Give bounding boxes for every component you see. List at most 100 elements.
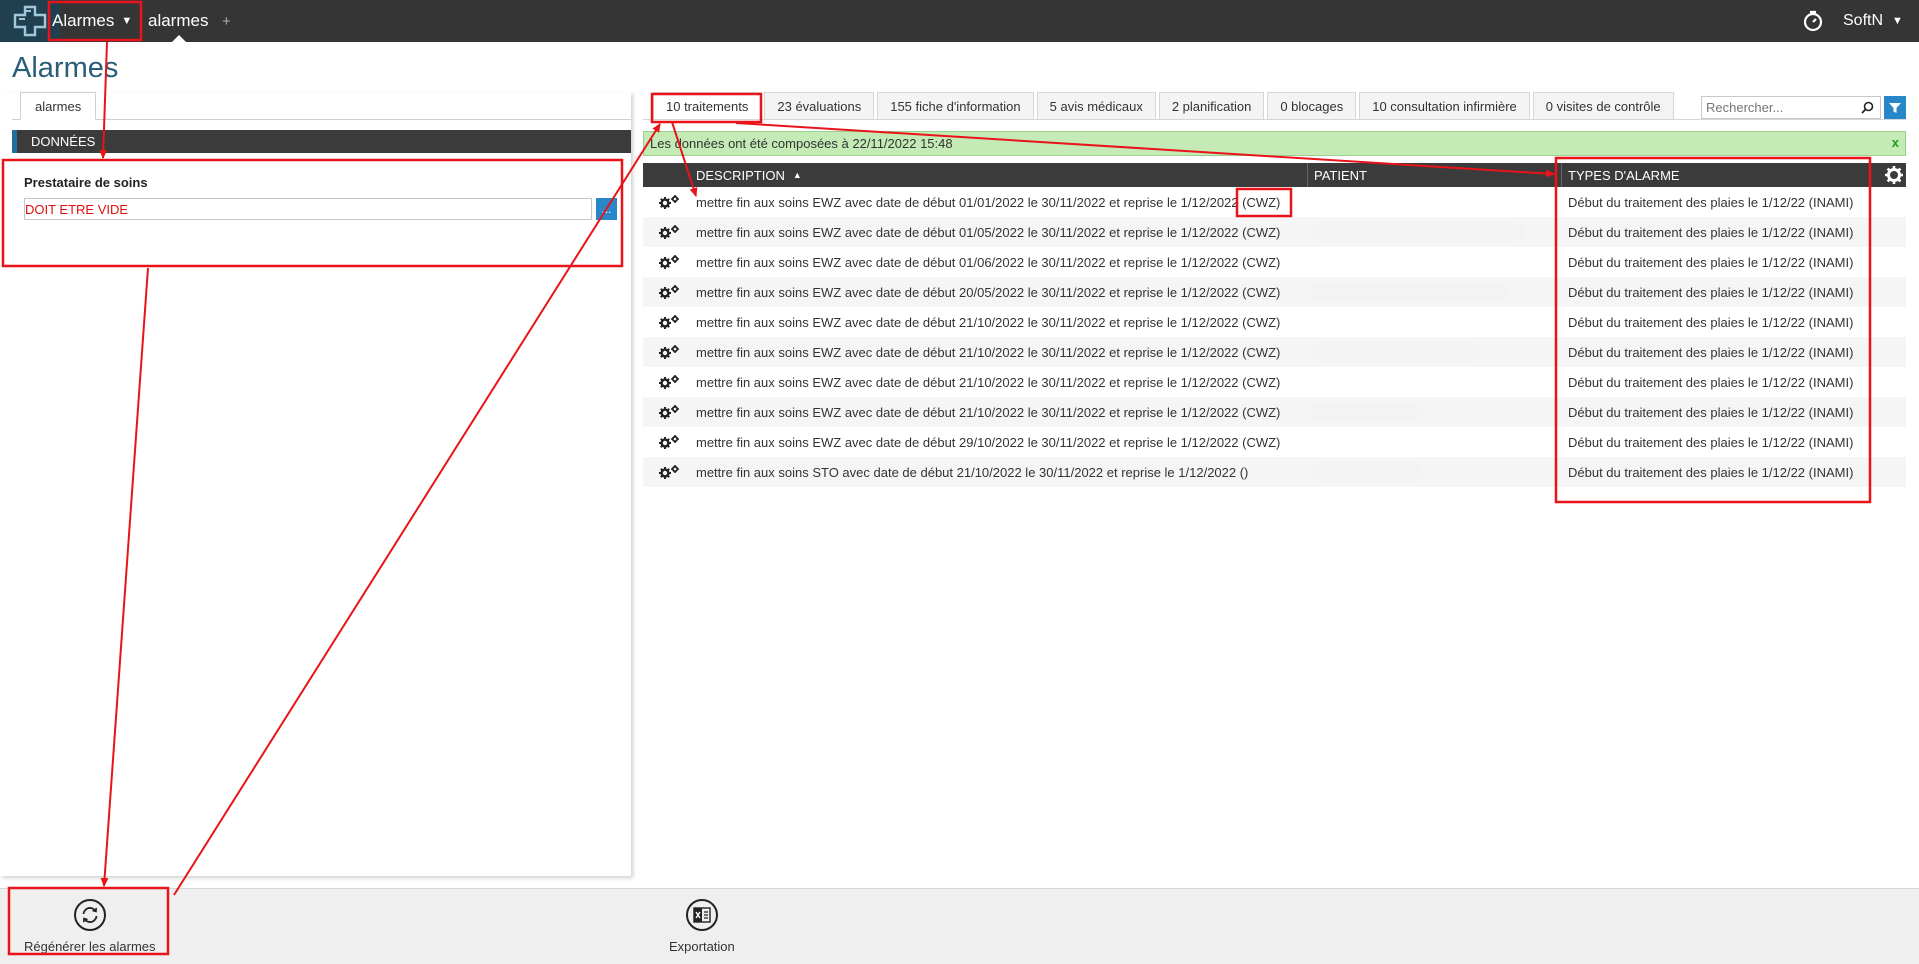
row-actions-gear-icon[interactable] (657, 254, 681, 270)
grid-header: DESCRIPTION ▲ PATIENT TYPES D'ALARME (643, 163, 1906, 187)
cell-patient (1311, 307, 1561, 337)
status-message: Les données ont été composées à 22/11/20… (643, 131, 1906, 156)
app-logo-icon[interactable] (0, 0, 60, 42)
sort-ascending-icon: ▲ (792, 170, 802, 180)
category-tabs: 10 traitements 23 évaluations 155 fiche … (653, 92, 1674, 120)
cell-patient (1311, 277, 1561, 307)
cell-description: mettre fin aux soins STO avec date de dé… (696, 464, 1249, 480)
column-label: TYPES D'ALARME (1568, 167, 1680, 183)
cell-alarm-type: Début du traitement des plaies le 1/12/2… (1568, 374, 1854, 390)
tab-evaluations[interactable]: 23 évaluations (764, 92, 875, 120)
cell-patient (1311, 427, 1561, 457)
tab-alarmes[interactable]: alarmes (148, 0, 208, 42)
table-row[interactable]: mettre fin aux soins STO avec date de dé… (643, 457, 1906, 487)
row-actions-gear-icon[interactable] (657, 284, 681, 300)
prestataire-input[interactable] (24, 198, 592, 220)
refresh-icon (73, 899, 106, 931)
cell-description: mettre fin aux soins EWZ avec date de dé… (696, 224, 1281, 240)
cell-alarm-type: Début du traitement des plaies le 1/12/2… (1568, 434, 1854, 450)
cell-alarm-type: Début du traitement des plaies le 1/12/2… (1568, 284, 1854, 300)
table-row[interactable]: mettre fin aux soins EWZ avec date de dé… (643, 367, 1906, 397)
cell-patient (1311, 457, 1561, 487)
column-header-description[interactable]: DESCRIPTION ▲ (690, 163, 1350, 187)
user-menu[interactable]: SoftN ▼ (1843, 0, 1903, 42)
row-actions-gear-icon[interactable] (657, 374, 681, 390)
cell-patient (1311, 217, 1561, 247)
add-tab-button[interactable]: + (222, 0, 231, 42)
table-row[interactable]: mettre fin aux soins EWZ avec date de dé… (643, 277, 1906, 307)
column-header-types-alarme[interactable]: TYPES D'ALARME (1561, 163, 1873, 187)
alarms-grid: DESCRIPTION ▲ PATIENT TYPES D'ALARME met… (643, 163, 1906, 487)
tab-alarmes-left[interactable]: alarmes (20, 92, 97, 120)
cell-alarm-type: Début du traitement des plaies le 1/12/2… (1568, 344, 1854, 360)
excel-export-icon (685, 899, 718, 931)
table-row[interactable]: mettre fin aux soins EWZ avec date de dé… (643, 337, 1906, 367)
cell-description: mettre fin aux soins EWZ avec date de dé… (696, 374, 1281, 390)
table-row[interactable]: mettre fin aux soins EWZ avec date de dé… (643, 307, 1906, 337)
tab-consultation-infirmiere[interactable]: 10 consultation infirmière (1359, 92, 1530, 120)
section-header-donnees: DONNÉES (12, 130, 631, 153)
table-row[interactable]: mettre fin aux soins EWZ avec date de dé… (643, 187, 1906, 217)
row-actions-gear-icon[interactable] (657, 404, 681, 420)
cell-patient (1311, 367, 1561, 397)
tab-planification[interactable]: 2 planification (1158, 92, 1265, 120)
column-header-patient[interactable]: PATIENT (1307, 163, 1562, 187)
row-actions-gear-icon[interactable] (657, 344, 681, 360)
redacted-patient (1311, 223, 1525, 241)
tab-traitements[interactable]: 10 traitements (653, 92, 762, 120)
tab-blocages[interactable]: 0 blocages (1267, 92, 1357, 120)
module-menu-label: Alarmes (52, 11, 115, 30)
cell-description: mettre fin aux soins EWZ avec date de dé… (696, 254, 1281, 270)
stopwatch-icon[interactable] (1802, 10, 1824, 32)
table-row[interactable]: mettre fin aux soins EWZ avec date de dé… (643, 397, 1906, 427)
cell-description: mettre fin aux soins EWZ avec date de dé… (696, 404, 1281, 420)
regenerate-label: Régénérer les alarmes (24, 939, 156, 954)
cell-description: mettre fin aux soins EWZ avec date de dé… (696, 284, 1281, 300)
chevron-down-icon: ▼ (121, 15, 133, 27)
cell-patient (1311, 187, 1561, 217)
tab-visites-controle[interactable]: 0 visites de contrôle (1532, 92, 1674, 120)
action-bar: Régénérer les alarmes Exportation (0, 888, 1919, 964)
row-actions-gear-icon[interactable] (657, 194, 681, 210)
cell-description: mettre fin aux soins EWZ avec date de dé… (696, 434, 1281, 450)
column-settings-gear-icon[interactable] (1884, 165, 1904, 185)
redacted-patient (1311, 463, 1423, 481)
cell-alarm-type: Début du traitement des plaies le 1/12/2… (1568, 254, 1854, 270)
tab-fiche-information[interactable]: 155 fiche d'information (877, 92, 1034, 120)
table-row[interactable]: mettre fin aux soins EWZ avec date de dé… (643, 427, 1906, 457)
row-actions-gear-icon[interactable] (657, 464, 681, 480)
left-panel: alarmes DONNÉES Prestataire de soins ... (0, 92, 631, 876)
search-input[interactable] (1701, 96, 1881, 119)
row-actions-gear-icon[interactable] (657, 314, 681, 330)
cell-description: mettre fin aux soins EWZ avec date de dé… (696, 344, 1281, 360)
cell-alarm-type: Début du traitement des plaies le 1/12/2… (1568, 314, 1854, 330)
column-label: PATIENT (1314, 167, 1367, 183)
table-row[interactable]: mettre fin aux soins EWZ avec date de dé… (643, 247, 1906, 277)
tab-avis-medicaux[interactable]: 5 avis médicaux (1036, 92, 1156, 120)
cell-alarm-type: Début du traitement des plaies le 1/12/2… (1568, 194, 1854, 210)
search-icon[interactable] (1858, 98, 1876, 116)
user-name: SoftN (1843, 12, 1884, 29)
chevron-down-icon: ▼ (1892, 15, 1903, 27)
redacted-patient (1311, 403, 1423, 421)
row-actions-gear-icon[interactable] (657, 434, 681, 450)
cell-patient (1311, 397, 1561, 427)
close-icon[interactable]: x (1892, 135, 1899, 150)
export-button[interactable]: Exportation (669, 899, 735, 954)
divider (643, 119, 1906, 120)
cell-alarm-type: Début du traitement des plaies le 1/12/2… (1568, 224, 1854, 240)
cell-alarm-type: Début du traitement des plaies le 1/12/2… (1568, 464, 1854, 480)
row-actions-gear-icon[interactable] (657, 224, 681, 240)
table-row[interactable]: mettre fin aux soins EWZ avec date de dé… (643, 217, 1906, 247)
cell-alarm-type: Début du traitement des plaies le 1/12/2… (1568, 404, 1854, 420)
module-menu[interactable]: Alarmes ▼ (52, 6, 132, 36)
regenerate-alarms-button[interactable]: Régénérer les alarmes (24, 899, 156, 954)
grid-body: mettre fin aux soins EWZ avec date de dé… (643, 187, 1906, 487)
column-label: DESCRIPTION (696, 167, 785, 183)
status-text: Les données ont été composées à 22/11/20… (650, 136, 953, 151)
redacted-patient (1311, 283, 1509, 301)
filter-button[interactable] (1884, 96, 1906, 119)
prestataire-lookup-button[interactable]: ... (596, 198, 617, 220)
filter-icon (1889, 102, 1901, 113)
cell-patient (1311, 337, 1561, 367)
